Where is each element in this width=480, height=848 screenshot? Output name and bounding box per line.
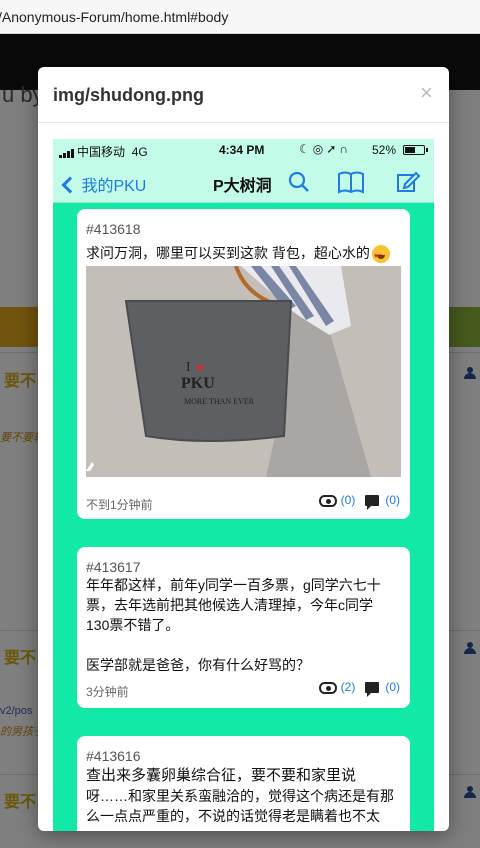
book-icon[interactable]	[336, 169, 366, 195]
post-id: #413618	[86, 221, 141, 237]
post-card[interactable]: #413618 求问万洞，哪里可以买到这款 背包，超心水的 I ♥ PKU MO…	[77, 209, 410, 519]
compose-icon[interactable]	[395, 169, 421, 195]
close-button[interactable]: ×	[420, 81, 433, 105]
post-card[interactable]: #413616 查出来多囊卵巢综合征，要不要和家里说 呀……和家里关系蛮融洽的，…	[77, 736, 410, 831]
modal-title: img/shudong.png	[53, 85, 204, 105]
heart-eyes-emoji-icon	[371, 245, 390, 267]
network-label: 4G	[131, 145, 148, 159]
app-navbar: 我的PKU P大树洞	[53, 161, 434, 203]
post-stats: (2) (0)	[318, 680, 400, 698]
moon-icon: ☾	[299, 142, 313, 156]
battery-icon	[403, 145, 428, 155]
app-title: P大树洞	[213, 178, 272, 195]
headphones-icon: ∩	[339, 142, 351, 156]
address-bar[interactable]: /Anonymous-Forum/home.html#body	[0, 0, 480, 34]
view-count: (2)	[340, 680, 356, 694]
url-text: /Anonymous-Forum/home.html#body	[0, 9, 229, 25]
signal-icon	[59, 144, 75, 158]
post-text: 求问万洞，哪里可以买到这款 背包，超心水的	[86, 243, 404, 267]
eye-icon	[318, 494, 337, 507]
post-time: 不到1分钟前	[86, 498, 153, 512]
comment-count: (0)	[385, 680, 400, 694]
bag-print-text: I	[186, 360, 191, 375]
chevron-left-icon	[61, 176, 79, 194]
post-id: #413617	[86, 559, 141, 575]
back-label: 我的PKU	[81, 178, 147, 195]
search-icon[interactable]	[286, 169, 312, 195]
comment-count: (0)	[385, 493, 400, 507]
bag-print-pku: PKU	[181, 375, 215, 392]
bag-print-subtext: MORE THAN EVER	[184, 397, 255, 406]
rotation-lock-icon: ◎	[312, 142, 327, 156]
post-text: 年年都这样，前年y同学一百多票，g同学六七十 票，去年选前把其他候选人清理掉，今…	[86, 577, 381, 673]
eye-icon	[318, 681, 337, 694]
status-bar: 中国移动 4G 4:34 PM ☾◎➚∩ 52%	[53, 139, 434, 161]
post-stats: (0) (0)	[318, 493, 400, 511]
status-icons: ☾◎➚∩	[299, 142, 351, 156]
battery-percent: 52%	[372, 143, 397, 157]
comment-icon	[365, 682, 380, 698]
back-button[interactable]: 我的PKU	[61, 172, 146, 196]
post-time: 3分钟前	[86, 685, 129, 699]
modal-header: img/shudong.png ×	[38, 67, 449, 123]
post-text: 查出来多囊卵巢综合征，要不要和家里说 呀……和家里关系蛮融洽的，觉得这个病还是有…	[86, 767, 394, 824]
heart-icon: ♥	[196, 361, 203, 375]
post-card[interactable]: #413617 年年都这样，前年y同学一百多票，g同学六七十 票，去年选前把其他…	[77, 547, 410, 708]
post-image[interactable]: I ♥ PKU MORE THAN EVER	[86, 266, 401, 477]
status-time: 4:34 PM	[219, 143, 265, 157]
carrier-label: 中国移动	[77, 145, 126, 159]
location-icon: ➚	[326, 142, 340, 156]
phone-screenshot: 中国移动 4G 4:34 PM ☾◎➚∩ 52% 我的PKU P大树洞 #413…	[53, 139, 434, 831]
view-count: (0)	[340, 493, 356, 507]
post-id: #413616	[86, 748, 141, 764]
image-modal: img/shudong.png × 中国移动 4G 4:34 PM ☾◎➚∩ 5…	[38, 67, 449, 831]
comment-icon	[365, 495, 380, 511]
